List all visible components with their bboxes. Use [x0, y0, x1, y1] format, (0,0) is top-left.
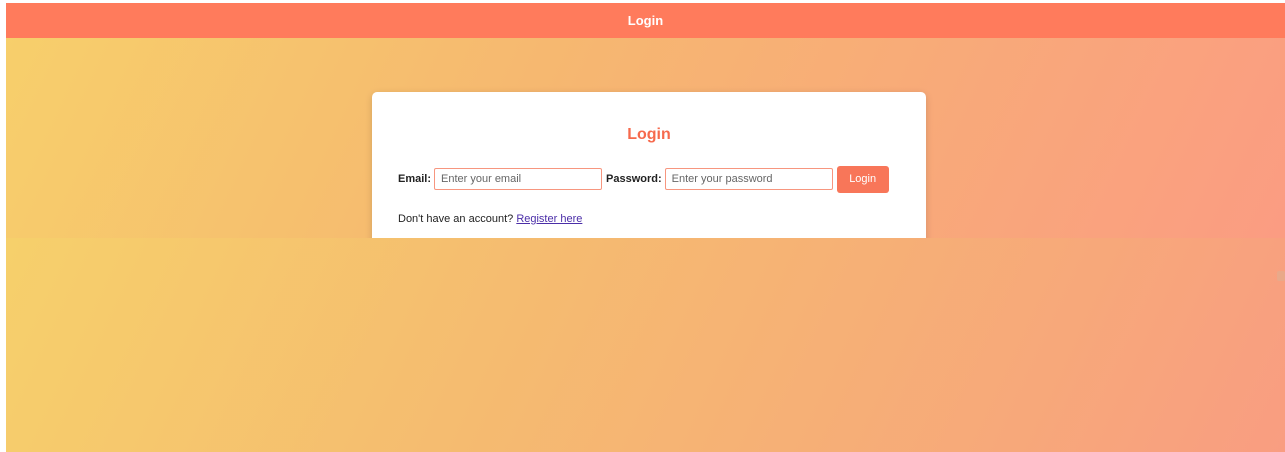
background-section	[6, 238, 1285, 452]
email-field[interactable]	[434, 168, 603, 190]
register-row: Don't have an account? Register here	[398, 213, 582, 225]
card-title: Login	[627, 126, 671, 143]
header-title: Login	[627, 13, 664, 28]
login-card: Login Email: Password: Login Don't have …	[372, 92, 926, 255]
header-bar: Login	[6, 3, 1285, 38]
password-field[interactable]	[664, 168, 833, 190]
chevron-icon[interactable]	[1277, 271, 1285, 281]
email-label: Email:	[398, 173, 432, 185]
hero-section: Login Email: Password: Login Don't have …	[6, 38, 1285, 255]
login-form: Email: Password: Login	[398, 165, 889, 193]
register-prompt: Don't have an account?	[398, 213, 514, 225]
app-frame: Login Login Email: Password: Login Don't…	[6, 3, 1285, 452]
login-button[interactable]: Login	[836, 165, 889, 193]
register-link[interactable]: Register here	[516, 213, 582, 225]
password-label: Password:	[606, 173, 662, 185]
